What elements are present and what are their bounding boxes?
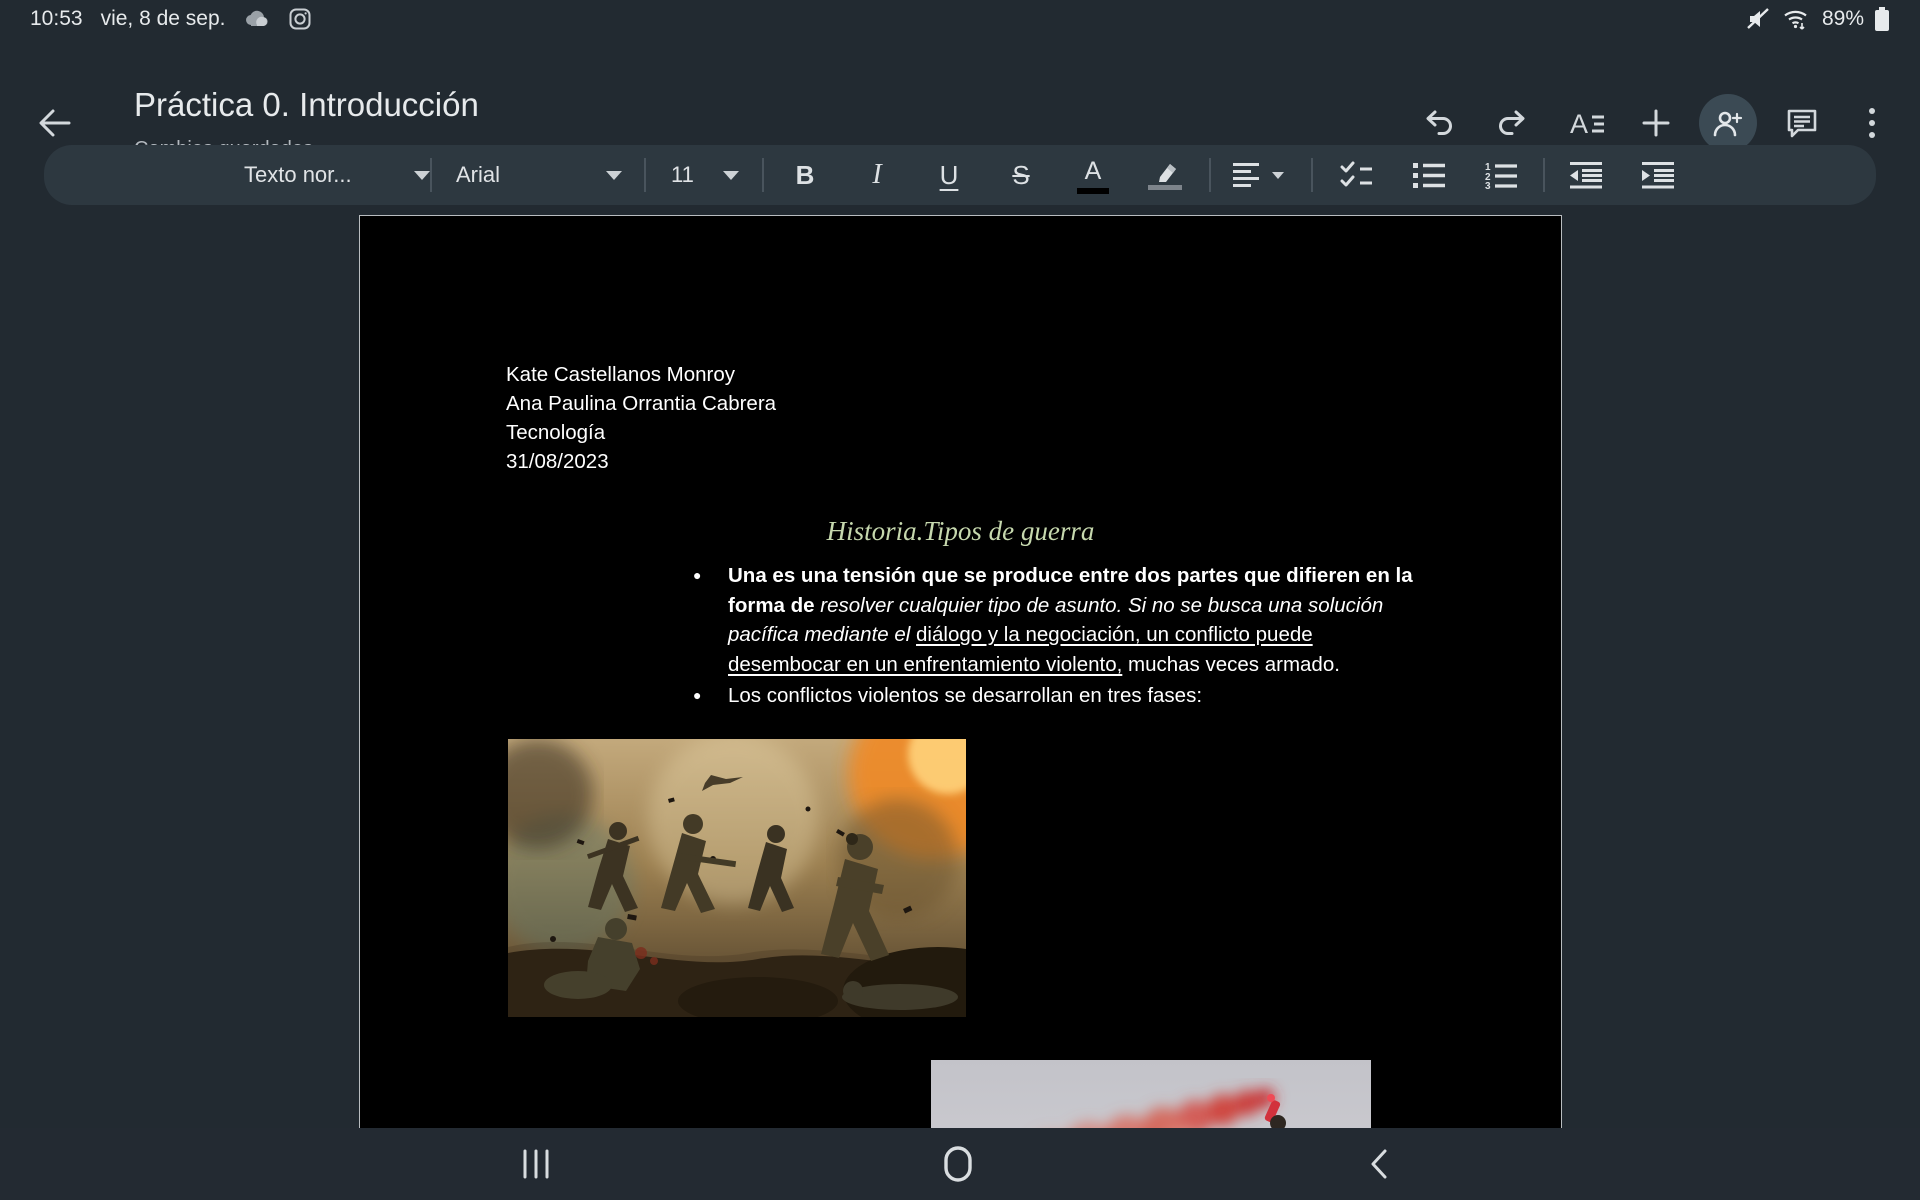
checklist-icon bbox=[1340, 161, 1374, 189]
battery-icon bbox=[1874, 6, 1890, 32]
clock-text: 10:53 bbox=[30, 7, 83, 31]
toolbar-divider bbox=[1543, 158, 1545, 192]
chevron-down-icon bbox=[414, 171, 430, 180]
chevron-down-icon bbox=[1272, 172, 1284, 179]
text-color-icon: A bbox=[1077, 157, 1109, 194]
google-docs-app: 10:53 vie, 8 de sep. 89% Pr bbox=[0, 0, 1920, 1200]
indent-decrease-icon bbox=[1569, 161, 1603, 189]
instagram-icon bbox=[289, 8, 311, 30]
font-dropdown[interactable]: Arial bbox=[456, 145, 622, 205]
checklist-button[interactable] bbox=[1321, 145, 1393, 205]
strikethrough-icon: S bbox=[1012, 162, 1029, 188]
paragraph-style-value: Texto nor... bbox=[244, 162, 352, 188]
undo-icon bbox=[1424, 109, 1454, 137]
toolbar-divider bbox=[430, 158, 432, 192]
home-icon bbox=[944, 1146, 972, 1182]
indent-increase-icon bbox=[1641, 161, 1675, 189]
chevron-down-icon bbox=[606, 171, 622, 180]
align-left-icon bbox=[1232, 162, 1266, 188]
status-bar: 10:53 vie, 8 de sep. 89% bbox=[0, 0, 1920, 38]
app-header: Práctica 0. Introducción Cambios guardad… bbox=[0, 38, 1920, 140]
bullet-list[interactable]: ● Una es una tensión que se produce entr… bbox=[693, 561, 1433, 711]
italic-icon: I bbox=[872, 161, 881, 189]
indent-increase-button[interactable] bbox=[1622, 145, 1694, 205]
share-button[interactable] bbox=[1699, 94, 1757, 152]
text-color-button[interactable]: A bbox=[1057, 145, 1129, 205]
bold-icon: B bbox=[796, 162, 815, 188]
bullet-text[interactable]: Los conflictos violentos se desarrollan … bbox=[728, 681, 1421, 711]
kebab-menu-icon bbox=[1869, 108, 1875, 138]
font-size-dropdown[interactable]: 11 bbox=[671, 145, 739, 205]
recents-button[interactable] bbox=[488, 1140, 584, 1188]
author-block[interactable]: Kate Castellanos Monroy Ana Paulina Orra… bbox=[506, 360, 776, 476]
strikethrough-button[interactable]: S bbox=[985, 145, 1057, 205]
list-item[interactable]: ● Una es una tensión que se produce entr… bbox=[693, 561, 1433, 679]
font-value: Arial bbox=[456, 162, 500, 188]
back-chevron-icon bbox=[1369, 1148, 1389, 1180]
align-dropdown-button[interactable] bbox=[1211, 145, 1305, 205]
document-heading[interactable]: Historia.Tipos de guerra bbox=[360, 516, 1561, 547]
person-add-icon bbox=[1711, 108, 1745, 138]
numbered-list-button[interactable]: 123 bbox=[1465, 145, 1537, 205]
plus-icon bbox=[1642, 109, 1670, 137]
font-format-button[interactable]: A bbox=[1564, 99, 1612, 147]
underline-button[interactable]: U bbox=[913, 145, 985, 205]
toolbar-divider bbox=[1311, 158, 1313, 192]
redo-icon bbox=[1497, 109, 1527, 137]
svg-text:A: A bbox=[1570, 109, 1588, 137]
toolbar-divider bbox=[644, 158, 646, 192]
document-page[interactable]: Kate Castellanos Monroy Ana Paulina Orra… bbox=[359, 215, 1562, 1128]
red-smoke-flare-image[interactable] bbox=[931, 1060, 1371, 1128]
underline-icon: U bbox=[940, 162, 959, 188]
svg-text:3: 3 bbox=[1485, 181, 1491, 190]
toolbar-divider bbox=[762, 158, 764, 192]
numbered-list-icon: 123 bbox=[1484, 160, 1518, 190]
battery-percent-text: 89% bbox=[1822, 7, 1864, 31]
redo-button[interactable] bbox=[1488, 99, 1536, 147]
comments-button[interactable] bbox=[1778, 99, 1826, 147]
comment-icon bbox=[1786, 108, 1818, 138]
back-button[interactable] bbox=[30, 99, 78, 147]
indent-decrease-button[interactable] bbox=[1550, 145, 1622, 205]
recents-icon bbox=[521, 1149, 551, 1179]
paragraph-style-dropdown[interactable]: Texto nor... bbox=[244, 145, 430, 205]
author-line[interactable]: Tecnología bbox=[506, 418, 776, 447]
home-button[interactable] bbox=[910, 1140, 1006, 1188]
cloud-weather-icon bbox=[243, 9, 271, 29]
document-title[interactable]: Práctica 0. Introducción bbox=[134, 86, 479, 124]
font-size-value: 11 bbox=[671, 162, 694, 188]
insert-button[interactable] bbox=[1632, 99, 1680, 147]
back-arrow-icon bbox=[37, 108, 71, 138]
chevron-down-icon bbox=[723, 171, 739, 180]
author-line[interactable]: Kate Castellanos Monroy bbox=[506, 360, 776, 389]
author-line[interactable]: Ana Paulina Orrantia Cabrera bbox=[506, 389, 776, 418]
author-line[interactable]: 31/08/2023 bbox=[506, 447, 776, 476]
bold-button[interactable]: B bbox=[769, 145, 841, 205]
italic-button[interactable]: I bbox=[841, 145, 913, 205]
battle-scene-image[interactable] bbox=[508, 739, 966, 1017]
formatting-toolbar: Texto nor... Arial 11 B I U S A bbox=[44, 145, 1876, 205]
bulleted-list-icon bbox=[1412, 161, 1446, 189]
bullet-marker: ● bbox=[693, 681, 728, 711]
undo-button[interactable] bbox=[1415, 99, 1463, 147]
android-nav-bar bbox=[0, 1128, 1920, 1200]
back-nav-button[interactable] bbox=[1331, 1140, 1427, 1188]
highlighter-icon bbox=[1148, 161, 1182, 190]
list-item[interactable]: ● Los conflictos violentos se desarrolla… bbox=[693, 681, 1433, 711]
bullet-text[interactable]: Una es una tensión que se produce entre … bbox=[728, 561, 1421, 679]
bulleted-list-button[interactable] bbox=[1393, 145, 1465, 205]
overflow-menu-button[interactable] bbox=[1848, 99, 1896, 147]
date-text: vie, 8 de sep. bbox=[101, 7, 226, 31]
font-format-icon: A bbox=[1570, 109, 1606, 137]
bullet-marker: ● bbox=[693, 561, 728, 679]
volume-muted-icon bbox=[1746, 7, 1772, 31]
highlight-button[interactable] bbox=[1129, 145, 1201, 205]
wifi-icon bbox=[1782, 7, 1812, 31]
